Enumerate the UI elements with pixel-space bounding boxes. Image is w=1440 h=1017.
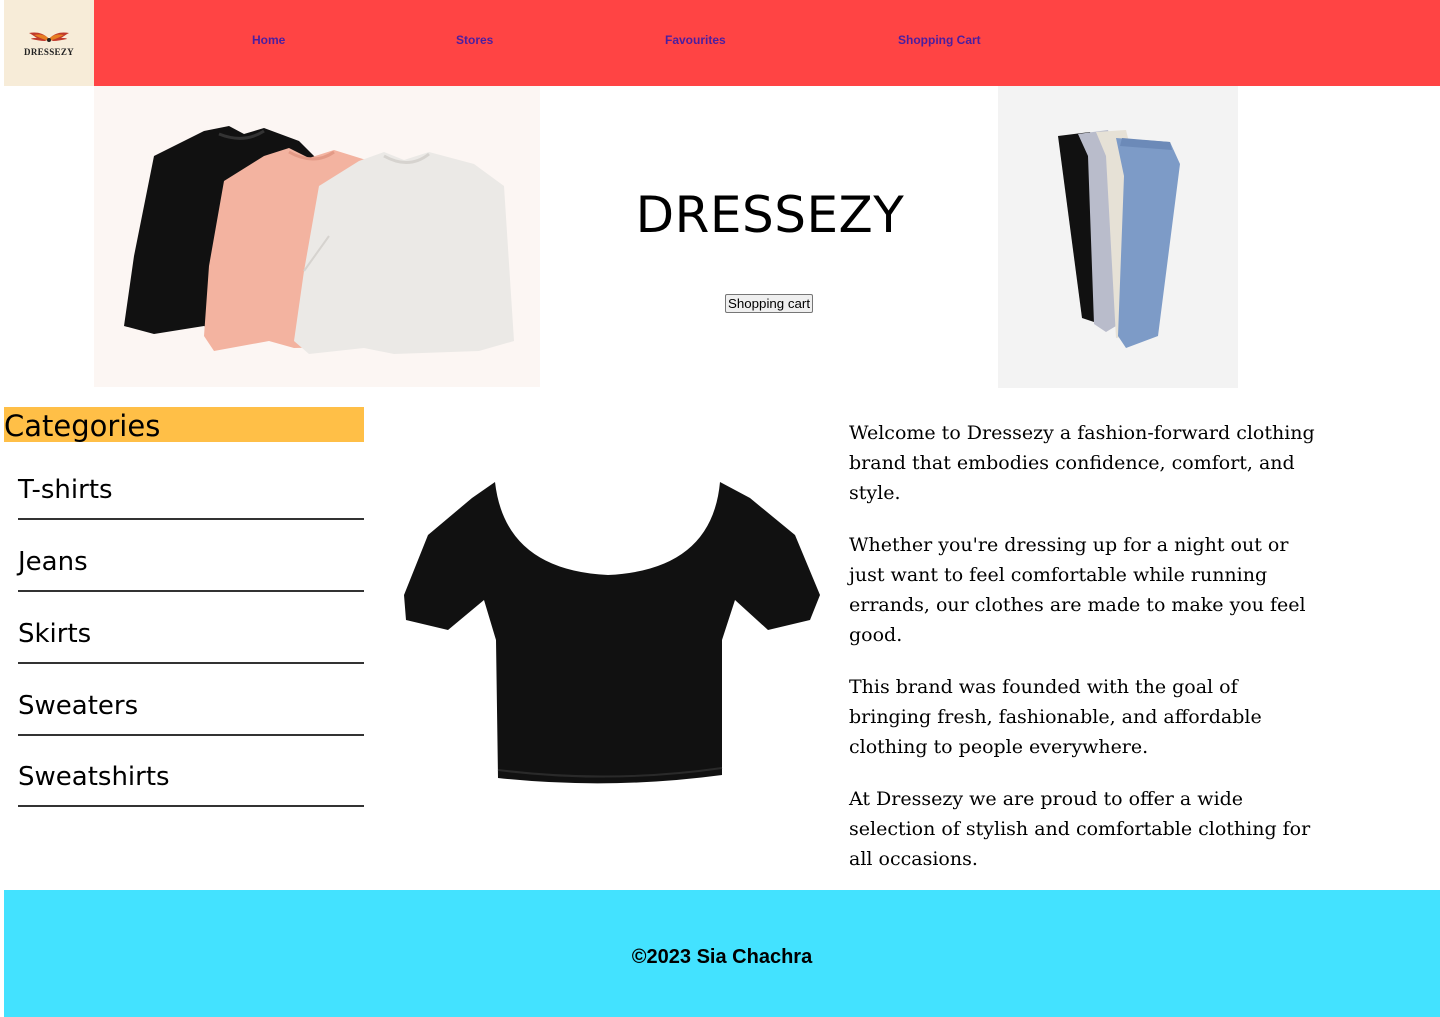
category-jeans[interactable]: Jeans: [18, 535, 364, 592]
category-t-shirts[interactable]: T-shirts: [18, 463, 364, 520]
category-label: Skirts: [18, 619, 92, 649]
about-paragraph: At Dressezy we are proud to offer a wide…: [849, 788, 1311, 870]
about-text: Welcome to Dressezy a fashion-forward cl…: [849, 418, 1319, 896]
category-label: Sweatshirts: [18, 762, 170, 792]
navbar: Home Stores Favourites Shopping Cart: [94, 0, 1440, 86]
about-paragraph: This brand was founded with the goal of …: [849, 676, 1262, 758]
category-sweatshirts[interactable]: Sweatshirts: [18, 750, 364, 807]
copyright-text: ©2023 Sia Chachra: [631, 946, 813, 968]
shopping-cart-button[interactable]: Shopping cart: [725, 294, 814, 313]
categories-title: Categories: [4, 407, 364, 443]
about-paragraph: Welcome to Dressezy a fashion-forward cl…: [849, 422, 1315, 504]
logo[interactable]: DRESSEZY: [4, 0, 94, 86]
black-crop-top-image: [400, 470, 824, 800]
logo-text: DRESSEZY: [24, 46, 74, 57]
nav-stores[interactable]: Stores: [456, 33, 493, 47]
nav-favourites[interactable]: Favourites: [665, 33, 726, 47]
joggers-image: [998, 86, 1238, 388]
brand-title: DRESSEZY: [635, 186, 905, 244]
category-sweaters[interactable]: Sweaters: [18, 679, 364, 736]
category-label: Jeans: [18, 547, 88, 577]
nav-home[interactable]: Home: [252, 33, 285, 47]
category-label: Sweaters: [18, 691, 139, 721]
about-paragraph: Whether you're dressing up for a night o…: [849, 534, 1306, 646]
nav-shopping-cart[interactable]: Shopping Cart: [898, 33, 981, 47]
footer: ©2023 Sia Chachra: [4, 890, 1440, 1017]
category-label: T-shirts: [18, 475, 113, 505]
sweaters-image: [94, 86, 540, 387]
wings-logo-icon: [29, 32, 69, 42]
category-skirts[interactable]: Skirts: [18, 607, 364, 664]
